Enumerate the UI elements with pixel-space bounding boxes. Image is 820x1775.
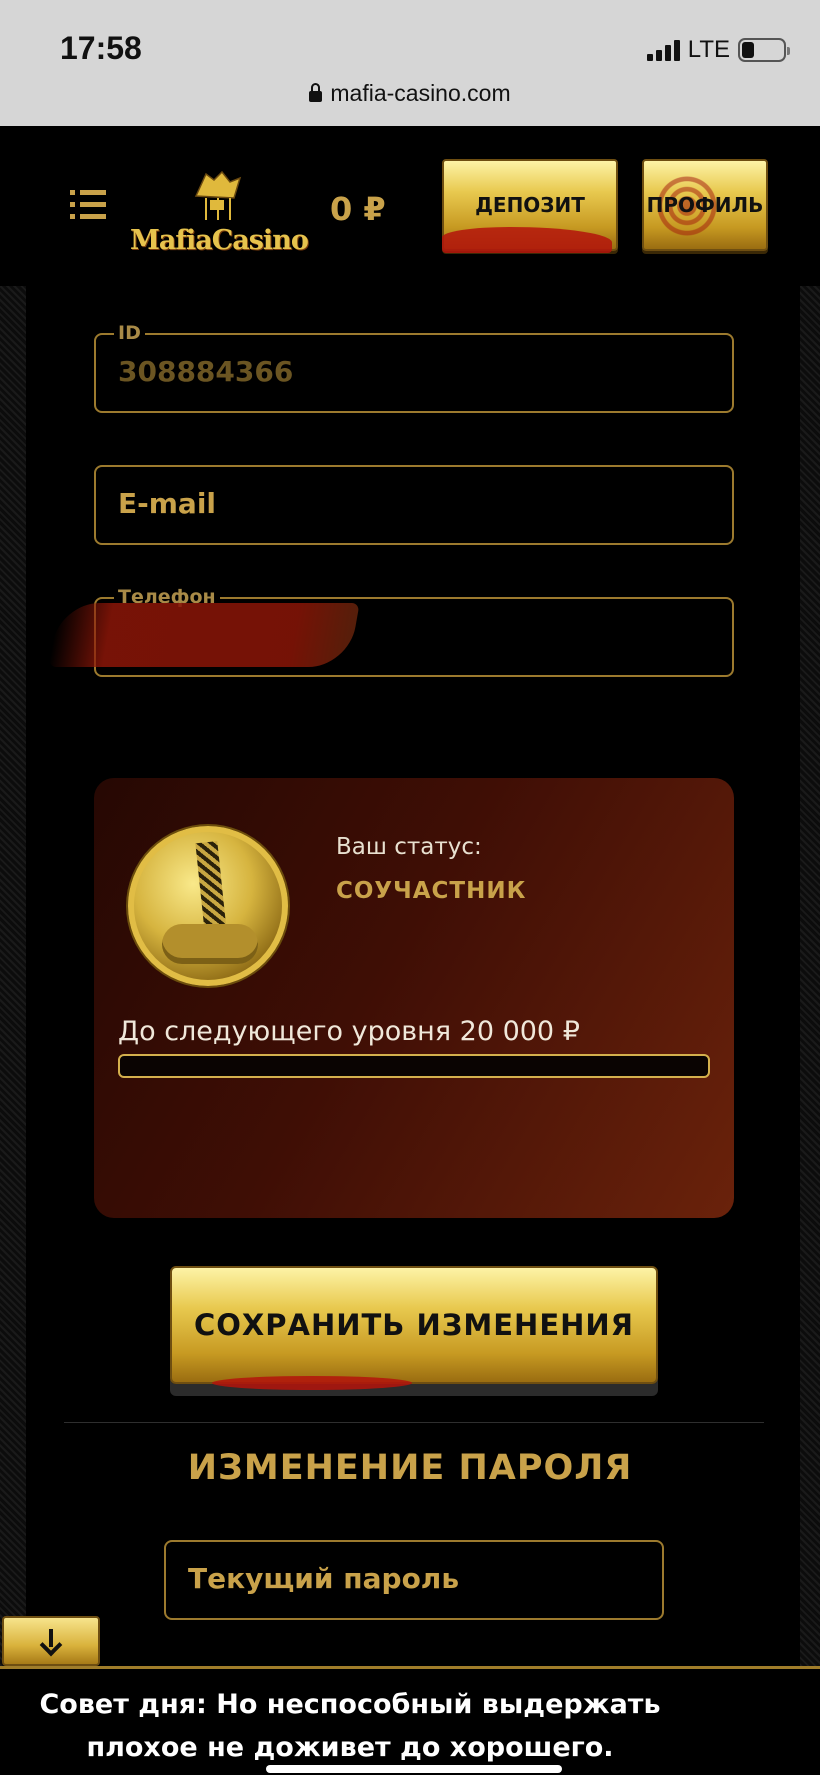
signal-icon: [646, 39, 680, 61]
divider: [64, 1422, 764, 1423]
next-level-text: До следующего уровня 20 000 ₽: [118, 1016, 580, 1047]
status-label: Ваш статус:: [336, 834, 482, 860]
deposit-button[interactable]: ДЕПОЗИТ: [442, 159, 618, 253]
status-medal-icon: [128, 826, 288, 986]
url-text: mafia-casino.com: [330, 80, 511, 106]
email-placeholder: E-mail: [118, 487, 217, 520]
scroll-down-button[interactable]: [2, 1616, 100, 1666]
logo-text: MafiaCasino: [130, 225, 309, 256]
balance: 0 ₽: [330, 190, 386, 228]
tip-text: Совет дня: Но неспособный выдержать плох…: [39, 1689, 661, 1763]
id-value: 308884366: [118, 355, 294, 388]
tip-of-the-day-bar: Совет дня: Но неспособный выдержать плох…: [0, 1666, 820, 1775]
home-indicator[interactable]: [266, 1765, 562, 1773]
profile-button[interactable]: ПРОФИЛЬ: [642, 159, 768, 251]
id-label: ID: [114, 322, 145, 344]
password-section-title: ИЗМЕНЕНИЕ ПАРОЛЯ: [187, 1448, 633, 1488]
current-password-field[interactable]: Текущий пароль: [164, 1540, 664, 1620]
menu-icon[interactable]: [70, 190, 106, 220]
profile-label: ПРОФИЛЬ: [646, 193, 764, 217]
email-field[interactable]: E-mail: [94, 465, 734, 545]
id-field[interactable]: ID 308884366: [94, 322, 734, 413]
site-header: MafiaCasino 0 ₽ ДЕПОЗИТ ПРОФИЛЬ: [0, 126, 820, 286]
battery-icon: [738, 38, 790, 62]
puppet-hand-icon: [194, 170, 242, 220]
phone-field[interactable]: Телефон: [48, 586, 734, 677]
arrow-down-icon: [41, 1629, 61, 1653]
status-indicators: LTE: [646, 36, 790, 64]
status-value: СОУЧАСТНИК: [336, 878, 527, 904]
current-password-placeholder: Текущий пароль: [188, 1562, 460, 1595]
redaction-mark: [48, 603, 360, 667]
level-progress-bar: [118, 1054, 710, 1078]
clock: 17:58: [60, 30, 142, 66]
logo[interactable]: MafiaCasino: [130, 170, 309, 260]
save-changes-label: СОХРАНИТЬ ИЗМЕНЕНИЯ: [193, 1308, 634, 1342]
address-bar[interactable]: mafia-casino.com: [0, 80, 820, 107]
deposit-label: ДЕПОЗИТ: [475, 193, 585, 217]
status-card: Ваш статус: СОУЧАСТНИК До следующего уро…: [94, 778, 734, 1218]
save-changes-button[interactable]: СОХРАНИТЬ ИЗМЕНЕНИЯ: [170, 1266, 658, 1390]
ios-status-bar: 17:58 LTE mafia-casino.com: [0, 0, 820, 126]
lock-icon: [309, 83, 323, 102]
network-type: LTE: [687, 36, 730, 63]
